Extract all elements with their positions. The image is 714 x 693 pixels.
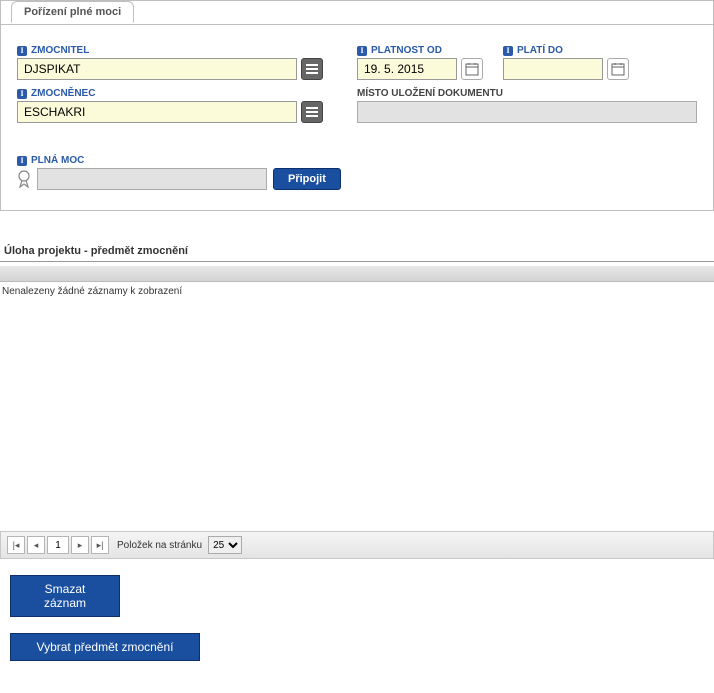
label-misto: MÍSTO ULOŽENÍ DOKUMENTU xyxy=(357,88,697,99)
info-icon: i xyxy=(503,46,513,56)
file-input-plna-moc[interactable] xyxy=(37,168,267,190)
label-text: PLATNOST OD xyxy=(371,45,442,56)
label-plati-do: i PLATÍ DO xyxy=(503,45,629,56)
calendar-icon xyxy=(611,62,625,76)
calendar-icon xyxy=(465,62,479,76)
info-icon: i xyxy=(357,46,367,56)
label-platnost-od: i PLATNOST OD xyxy=(357,45,483,56)
input-platnost-od[interactable] xyxy=(357,58,457,80)
lookup-zmocnitel-button[interactable] xyxy=(301,58,323,80)
input-zmocnenec[interactable] xyxy=(17,101,297,123)
label-text: ZMOCNITEL xyxy=(31,45,89,56)
pager: |◂ ◂ ▸ ▸| xyxy=(7,536,109,554)
perpage: Položek na stránku 25 xyxy=(117,536,242,554)
label-zmocnitel: i ZMOCNITEL xyxy=(17,45,337,56)
form-body: i ZMOCNITEL i ZMOCNĚNEC xyxy=(1,45,713,131)
label-zmocnenec: i ZMOCNĚNEC xyxy=(17,88,337,99)
perpage-label: Položek na stránku xyxy=(117,540,202,551)
input-misto xyxy=(357,101,697,123)
pager-last-button[interactable]: ▸| xyxy=(91,536,109,554)
field-plna-moc: i PLNÁ MOC Připojit xyxy=(1,155,713,190)
list-icon xyxy=(306,107,318,117)
grid-footer: |◂ ◂ ▸ ▸| Položek na stránku 25 xyxy=(0,531,714,559)
label-plna-moc: i PLNÁ MOC xyxy=(17,155,697,166)
input-plati-do[interactable] xyxy=(503,58,603,80)
lookup-zmocnenec-button[interactable] xyxy=(301,101,323,123)
label-text: ZMOCNĚNEC xyxy=(31,88,95,99)
list-icon xyxy=(306,64,318,74)
input-zmocnitel[interactable] xyxy=(17,58,297,80)
form-panel: Pořízení plné moci i ZMOCNITEL i ZM xyxy=(0,0,714,211)
perpage-select[interactable]: 25 xyxy=(208,536,242,554)
grid-section-title: Úloha projektu - předmět zmocnění xyxy=(0,241,714,262)
label-text: PLNÁ MOC xyxy=(31,155,84,166)
grid-header-bar xyxy=(0,266,714,282)
pager-first-button[interactable]: |◂ xyxy=(7,536,25,554)
grid-empty-text: Nenalezeny žádné záznamy k zobrazení xyxy=(0,282,714,301)
tab-porizeni[interactable]: Pořízení plné moci xyxy=(11,1,134,23)
attach-button[interactable]: Připojit xyxy=(273,168,341,190)
pager-page-input[interactable] xyxy=(47,536,69,554)
select-subject-button[interactable]: Vybrat předmět zmocnění xyxy=(10,633,200,661)
field-zmocnitel: i ZMOCNITEL xyxy=(17,45,337,80)
info-icon: i xyxy=(17,46,27,56)
info-icon: i xyxy=(17,89,27,99)
delete-record-button[interactable]: Smazat záznam xyxy=(10,575,120,617)
pager-next-button[interactable]: ▸ xyxy=(71,536,89,554)
field-misto: MÍSTO ULOŽENÍ DOKUMENTU xyxy=(357,88,697,123)
field-zmocnenec: i ZMOCNĚNEC xyxy=(17,88,337,123)
calendar-platnost-od-button[interactable] xyxy=(461,58,483,80)
ribbon-icon xyxy=(17,170,31,188)
field-plati-do: i PLATÍ DO xyxy=(503,45,629,80)
calendar-plati-do-button[interactable] xyxy=(607,58,629,80)
field-platnost-od: i PLATNOST OD xyxy=(357,45,483,80)
tab-header: Pořízení plné moci xyxy=(1,1,713,25)
action-buttons: Smazat záznam Vybrat předmět zmocnění xyxy=(0,559,714,693)
label-text: PLATÍ DO xyxy=(517,45,563,56)
pager-prev-button[interactable]: ◂ xyxy=(27,536,45,554)
info-icon: i xyxy=(17,156,27,166)
